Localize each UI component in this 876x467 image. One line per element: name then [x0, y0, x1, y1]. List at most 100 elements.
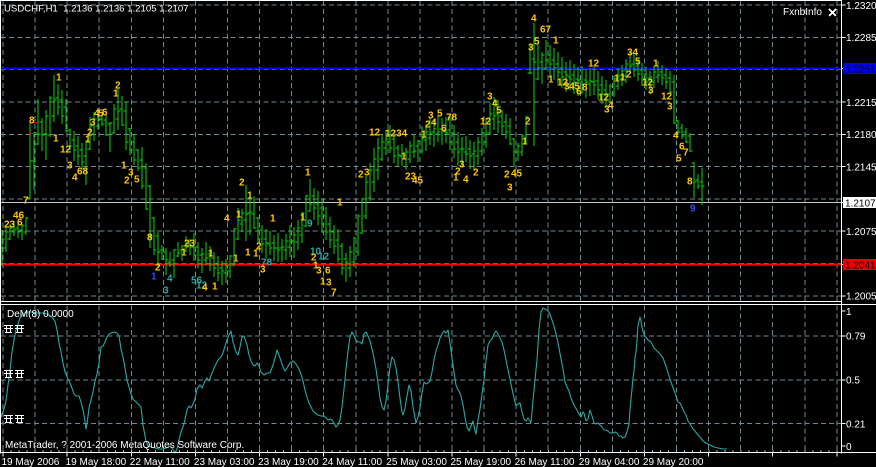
svg-text:4: 4: [673, 131, 679, 142]
svg-text:3: 3: [364, 168, 370, 179]
svg-text:1.2215: 1.2215: [846, 98, 876, 109]
svg-text:1: 1: [236, 210, 242, 221]
svg-text:12: 12: [60, 145, 72, 156]
svg-text:1: 1: [212, 282, 218, 293]
svg-text:2: 2: [239, 178, 245, 189]
svg-text:3: 3: [507, 183, 513, 194]
svg-text:0.5: 0.5: [846, 376, 860, 387]
svg-text:24 May 11:00: 24 May 11:00: [322, 457, 382, 467]
svg-text:3: 3: [67, 161, 73, 172]
svg-text:1: 1: [56, 73, 62, 84]
svg-text:6: 6: [102, 108, 108, 119]
svg-text:DeM(8) 0.0000: DeM(8) 0.0000: [7, 309, 74, 320]
svg-text:1: 1: [305, 168, 311, 179]
svg-text:12: 12: [588, 59, 600, 70]
svg-text:25 May 19:00: 25 May 19:00: [451, 457, 512, 467]
svg-text:1: 1: [208, 249, 214, 260]
svg-text:1: 1: [548, 75, 554, 86]
svg-text:68: 68: [77, 167, 89, 178]
svg-text:4: 4: [531, 14, 537, 25]
svg-text:29 May 04:00: 29 May 04:00: [579, 457, 640, 467]
svg-text:1.2107: 1.2107: [845, 199, 876, 210]
svg-text:1.2320: 1.2320: [846, 1, 876, 12]
svg-text:9: 9: [307, 219, 313, 230]
svg-text:2: 2: [504, 170, 510, 181]
svg-text:1: 1: [270, 214, 276, 225]
svg-text:1: 1: [151, 272, 157, 283]
svg-text:5: 5: [676, 154, 682, 165]
svg-text:3: 3: [163, 286, 169, 297]
svg-text:0.21: 0.21: [846, 420, 866, 431]
svg-text:6: 6: [325, 266, 331, 277]
svg-text:29 May 20:00: 29 May 20:00: [643, 457, 704, 467]
svg-text:8: 8: [29, 116, 35, 127]
svg-text:2: 2: [525, 117, 531, 128]
svg-text:1: 1: [522, 137, 528, 148]
svg-text:2: 2: [626, 70, 632, 81]
svg-text:1: 1: [846, 307, 852, 318]
svg-text:1.2005: 1.2005: [846, 292, 876, 303]
svg-text:1: 1: [337, 198, 343, 209]
svg-text:5: 5: [437, 109, 443, 120]
svg-text:1: 1: [53, 134, 59, 145]
svg-text:1: 1: [85, 135, 91, 146]
svg-text:12: 12: [369, 128, 381, 139]
svg-text:2: 2: [115, 81, 121, 92]
svg-text:7: 7: [683, 148, 689, 159]
svg-text:1: 1: [421, 130, 427, 141]
svg-text:4: 4: [463, 175, 469, 186]
svg-text:19 May 2006: 19 May 2006: [2, 457, 60, 467]
svg-text:6: 6: [441, 124, 447, 135]
svg-text:1.2145: 1.2145: [846, 162, 876, 173]
svg-text:8: 8: [582, 83, 588, 94]
svg-text:5: 5: [635, 57, 641, 68]
svg-text:26 May 11:00: 26 May 11:00: [515, 457, 575, 467]
svg-text:1: 1: [247, 191, 253, 202]
svg-text:1.2251: 1.2251: [845, 65, 876, 76]
svg-text:4: 4: [224, 214, 230, 225]
svg-text:19 May 18:00: 19 May 18:00: [66, 457, 127, 467]
svg-text:5: 5: [534, 37, 540, 48]
svg-text:1: 1: [233, 254, 239, 265]
svg-text:1: 1: [245, 248, 251, 259]
svg-text:1234: 1234: [385, 129, 408, 140]
svg-text:1: 1: [653, 59, 659, 70]
svg-text:1: 1: [553, 36, 559, 47]
svg-text:1.2041: 1.2041: [845, 261, 876, 272]
svg-text:0: 0: [846, 442, 852, 453]
svg-text:8: 8: [147, 233, 153, 244]
svg-text:23 May 19:00: 23 May 19:00: [258, 457, 319, 467]
svg-text:67: 67: [540, 25, 552, 36]
svg-text:23 May 03:00: 23 May 03:00: [194, 457, 255, 467]
svg-text:1: 1: [300, 213, 306, 224]
svg-text:1: 1: [401, 152, 407, 163]
svg-text:4: 4: [202, 283, 208, 294]
svg-text:FxnbInfo: FxnbInfo: [783, 7, 822, 18]
svg-text:2: 2: [256, 242, 262, 253]
svg-text:1.2180: 1.2180: [846, 130, 876, 141]
svg-text:3: 3: [128, 168, 134, 179]
svg-text:1: 1: [181, 248, 187, 259]
svg-text:0.79: 0.79: [846, 332, 866, 343]
svg-text:3: 3: [260, 265, 266, 276]
svg-text:9: 9: [690, 204, 696, 215]
svg-text:1: 1: [121, 161, 127, 172]
svg-text:5: 5: [496, 106, 502, 117]
svg-text:1.2285: 1.2285: [846, 33, 876, 44]
svg-text:7: 7: [331, 288, 337, 299]
svg-text:3: 3: [316, 266, 322, 277]
svg-text:25 May 03:00: 25 May 03:00: [386, 457, 447, 467]
svg-text:12: 12: [318, 252, 330, 263]
svg-text:5: 5: [134, 175, 140, 186]
svg-text:6: 6: [17, 218, 23, 229]
svg-text:1: 1: [453, 173, 459, 184]
svg-text:22 May 11:00: 22 May 11:00: [130, 457, 190, 467]
svg-text:MetaTrader, ? 2001-2006 MetaQu: MetaTrader, ? 2001-2006 MetaQuotes Softw…: [5, 440, 244, 451]
svg-text:4: 4: [167, 274, 173, 285]
svg-text:8: 8: [687, 177, 693, 188]
svg-text:45: 45: [412, 176, 424, 187]
svg-text:USDCHF,H1 1.2136 1.2136 1.210: USDCHF,H1 1.2136 1.2136 1.2105 1.2107: [4, 4, 189, 15]
svg-text:2: 2: [473, 168, 479, 179]
svg-text:7: 7: [23, 196, 29, 207]
svg-text:4: 4: [608, 101, 614, 112]
